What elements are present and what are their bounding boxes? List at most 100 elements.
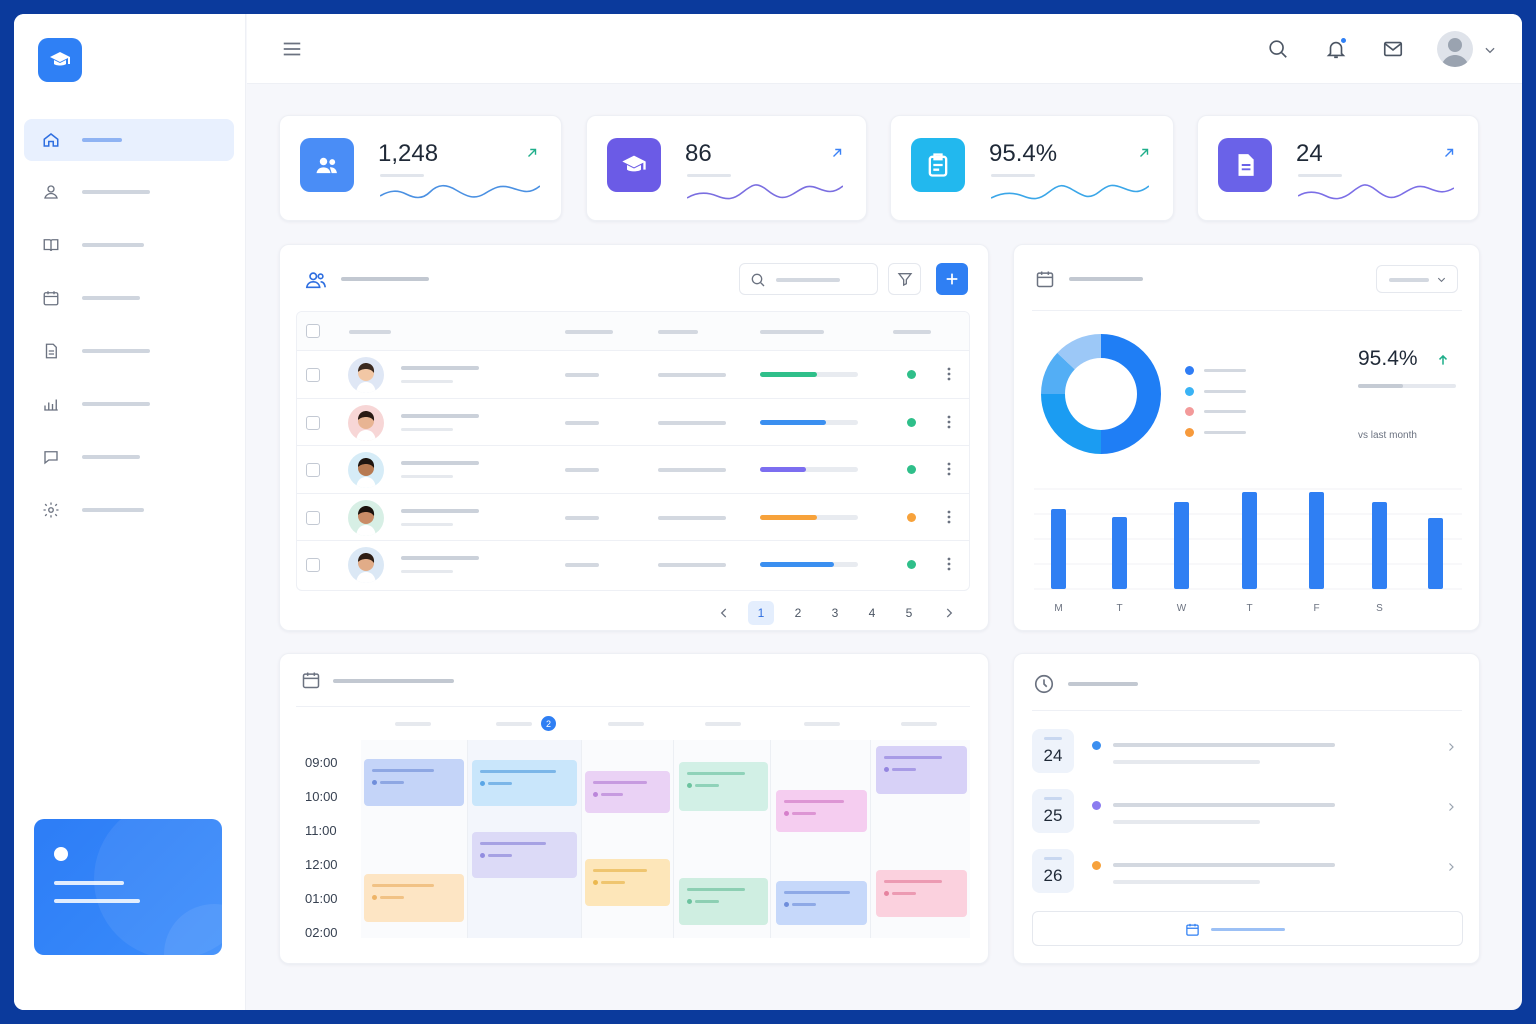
sidebar-item-reports[interactable]: [24, 383, 234, 425]
sidebar-item-courses[interactable]: [24, 224, 234, 266]
schedule-event[interactable]: [585, 771, 670, 813]
page-3-button[interactable]: 3: [822, 601, 848, 625]
sparkline: [1298, 184, 1454, 200]
promo-card[interactable]: [34, 819, 222, 955]
row-checkbox[interactable]: [306, 368, 320, 382]
legend-dot: [1185, 386, 1194, 396]
menu-icon[interactable]: [281, 38, 303, 60]
chevron-left-icon[interactable]: [717, 606, 731, 620]
chevron-down-icon: [1437, 277, 1446, 283]
status-dot: [907, 465, 916, 474]
legend-dot: [1185, 407, 1194, 416]
more-vertical-icon[interactable]: [947, 367, 951, 381]
schedule-event[interactable]: [585, 859, 670, 906]
more-vertical-icon[interactable]: [947, 462, 951, 476]
search-input[interactable]: [739, 263, 878, 295]
time-label: 12:00: [305, 857, 338, 872]
sidebar-item-label: [82, 243, 144, 247]
time-label: 01:00: [305, 891, 338, 906]
filter-button[interactable]: [888, 263, 921, 295]
schedule-event[interactable]: [776, 790, 867, 832]
page-2-button[interactable]: 2: [785, 601, 811, 625]
bar: [1242, 492, 1257, 589]
sidebar-item-label: [82, 455, 140, 459]
student-name: [401, 556, 479, 560]
event-detail: [1113, 760, 1260, 764]
schedule-event[interactable]: [679, 878, 768, 925]
student-name: [401, 508, 479, 513]
sidebar-item-dashboard[interactable]: [24, 119, 234, 161]
more-vertical-icon[interactable]: [947, 557, 951, 571]
sparkline: [380, 184, 540, 199]
search-icon[interactable]: [1267, 38, 1289, 60]
table-header: [297, 312, 969, 350]
period-dropdown[interactable]: [1376, 265, 1458, 293]
upcoming-item[interactable]: 26: [1014, 849, 1481, 897]
table-row[interactable]: [297, 445, 969, 493]
schedule-event[interactable]: [472, 760, 577, 806]
arrow-up-icon: [1438, 354, 1448, 365]
schedule-event[interactable]: [679, 762, 768, 811]
stat-card-assignments[interactable]: 24: [1197, 115, 1479, 221]
row-checkbox[interactable]: [306, 463, 320, 477]
row-checkbox[interactable]: [306, 558, 320, 572]
stat-card-courses[interactable]: 86: [586, 115, 867, 221]
status-dot: [907, 417, 916, 427]
avatar: [348, 404, 384, 441]
table-row[interactable]: [297, 350, 969, 398]
progress-fill: [760, 467, 807, 472]
schedule-event[interactable]: [364, 874, 464, 922]
more-vertical-icon[interactable]: [947, 510, 951, 524]
view-calendar-button[interactable]: [1032, 911, 1463, 946]
app-logo[interactable]: [38, 38, 82, 82]
user-avatar-icon: [1441, 38, 1469, 67]
sidebar-item-calendar[interactable]: [24, 277, 234, 319]
stat-card-students[interactable]: 1,248: [279, 115, 562, 221]
legend-dot: [1185, 427, 1194, 437]
schedule-event[interactable]: [472, 832, 577, 878]
add-student-button[interactable]: [936, 263, 968, 295]
status-dot: [907, 370, 916, 379]
row-checkbox[interactable]: [306, 510, 320, 525]
sidebar-item-settings[interactable]: [24, 489, 234, 531]
chevron-right-icon[interactable]: [1445, 801, 1457, 813]
calendar-icon: [43, 291, 59, 306]
user-avatar[interactable]: [1437, 31, 1473, 67]
page-1-button[interactable]: 1: [748, 601, 774, 625]
calendar-icon: [1186, 923, 1199, 936]
page-4-button[interactable]: 4: [859, 601, 885, 625]
student-email: [401, 522, 453, 526]
chevron-down-icon[interactable]: [1483, 43, 1497, 57]
row-checkbox[interactable]: [306, 415, 320, 430]
student-email: [401, 380, 453, 383]
page-5-button[interactable]: 5: [896, 601, 922, 625]
schedule-event[interactable]: [364, 759, 464, 806]
more-vertical-icon[interactable]: [947, 415, 951, 429]
schedule-event[interactable]: [776, 881, 867, 925]
schedule-event[interactable]: [876, 746, 967, 794]
top-bar: [247, 14, 1522, 84]
upcoming-item[interactable]: 24: [1014, 729, 1481, 777]
students-table: [296, 311, 970, 591]
select-all-checkbox[interactable]: [306, 324, 320, 338]
chevron-right-icon[interactable]: [1445, 741, 1457, 753]
sidebar-item-messages[interactable]: [24, 436, 234, 478]
stat-card-attendance[interactable]: 95.4%: [890, 115, 1174, 221]
graduation-cap-icon: [50, 52, 70, 66]
home-icon: [43, 133, 59, 147]
mail-icon[interactable]: [1382, 38, 1404, 60]
chevron-right-icon[interactable]: [942, 606, 956, 620]
day-header: [901, 722, 937, 726]
students-table-card: 1 2 3 4 5: [279, 244, 989, 631]
table-row[interactable]: [297, 492, 969, 541]
schedule-event[interactable]: [876, 870, 967, 917]
upcoming-item[interactable]: 25: [1014, 789, 1481, 837]
table-row[interactable]: [297, 397, 969, 446]
graduation-cap-icon: [622, 155, 646, 172]
sidebar-item-profile[interactable]: [24, 171, 234, 213]
table-row[interactable]: [297, 540, 969, 588]
sidebar-item-documents[interactable]: [24, 330, 234, 372]
progress-bar: [760, 419, 858, 425]
sidebar-item-label: [82, 296, 140, 300]
chevron-right-icon[interactable]: [1445, 861, 1457, 873]
